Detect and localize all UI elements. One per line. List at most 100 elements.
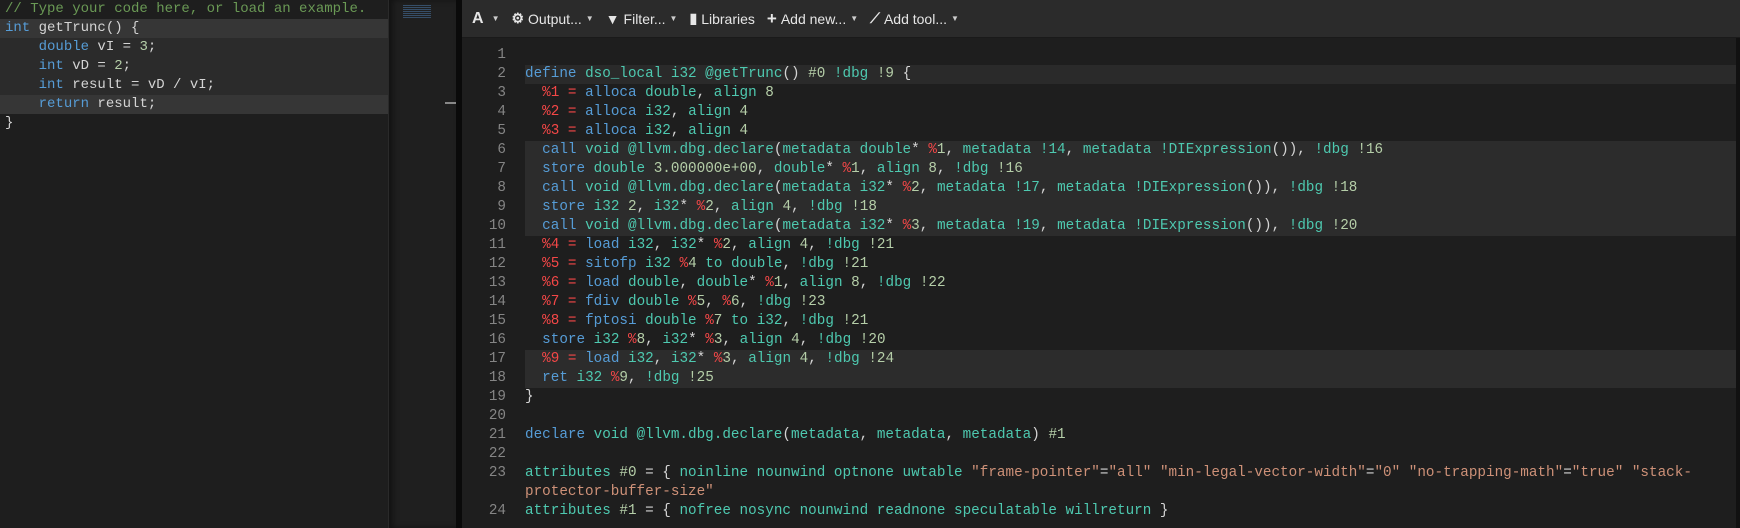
code-token: , — [919, 218, 937, 234]
output-line: 11 %4 = load i32, i32* %2, align 4, !dbg… — [462, 236, 1736, 255]
output-line: 13 %6 = load double, double* %1, align 8… — [462, 274, 1736, 293]
minimap-preview — [403, 5, 431, 19]
line-text: call void @llvm.dbg.declare(metadata i32… — [525, 217, 1736, 236]
code-token: * — [885, 180, 903, 196]
code-token: load — [576, 275, 620, 291]
code-token: () — [782, 66, 809, 82]
code-token: metadata !DIExpression — [1057, 218, 1246, 234]
output-button[interactable]: ⚙ Output... ▼ — [511, 10, 593, 27]
code-token: % — [902, 180, 912, 196]
code-token: fdiv — [576, 294, 620, 310]
output-line: 4 %2 = alloca i32, align 4 — [462, 103, 1736, 122]
line-number: 9 — [497, 199, 506, 215]
code-token: i32 — [670, 237, 697, 253]
output-pane: A ▼ ⚙ Output... ▼ ▼ Filter... ▼ ▮ Libraries + A… — [462, 0, 1740, 528]
code-token: ( — [782, 427, 791, 443]
output-line: 8 call void @llvm.dbg.declare(metadata i… — [462, 179, 1736, 198]
code-token: !dbg — [825, 237, 860, 253]
code-token: !21 — [833, 256, 869, 272]
code-token: %1 = — [525, 85, 577, 101]
output-code[interactable]: 1 2 define dso_local i32 @getTrunc() #0 !d… — [462, 38, 1736, 521]
line-text: call void @llvm.dbg.declare(metadata i32… — [525, 179, 1736, 198]
line-text: %6 = load double, double* %1, align 8, !… — [525, 274, 1736, 293]
source-line: int vD = 2; — [0, 57, 388, 76]
line-number: 5 — [497, 123, 506, 139]
code-token: 1 — [936, 142, 946, 158]
line-number: 3 — [497, 85, 506, 101]
code-token: = — [1563, 465, 1572, 481]
code-token: align — [748, 351, 792, 367]
line-number: 15 — [488, 313, 506, 329]
source-line: int result = vD / vI; — [0, 76, 388, 95]
line-number: 22 — [488, 446, 506, 462]
code-token: , — [756, 161, 774, 177]
line-text: ret i32 %9, !dbg !25 — [525, 369, 1736, 388]
code-token: , — [739, 294, 757, 310]
code-token: return — [38, 96, 90, 112]
code-token: align — [713, 85, 757, 101]
code-token: , — [645, 332, 663, 348]
code-token: , — [782, 313, 800, 329]
code-token: #1 — [610, 503, 637, 519]
line-text: %4 = load i32, i32* %2, align 4, !dbg !2… — [525, 236, 1736, 255]
line-text: %3 = alloca i32, align 4 — [525, 122, 1736, 141]
code-token: 4 — [782, 332, 800, 348]
code-token: , — [859, 275, 877, 291]
line-number: 20 — [488, 408, 506, 424]
output-line: 21 declare void @llvm.dbg.declare(metadat… — [462, 426, 1736, 445]
line-number: 18 — [488, 370, 506, 386]
code-token: , — [1039, 218, 1058, 234]
code-token: ; — [122, 58, 132, 74]
code-token: i32 — [662, 332, 689, 348]
add-tool-button[interactable]: ⟋ Add tool... ▼ — [870, 10, 959, 27]
line-number: 14 — [488, 294, 506, 310]
line-text: store double 3.000000e+00, double* %1, a… — [525, 160, 1736, 179]
vertical-scrollbar[interactable] — [1736, 38, 1740, 528]
source-editor[interactable]: // Type your code here, or load an examp… — [0, 0, 388, 528]
line-text: call void @llvm.dbg.declare(metadata dou… — [525, 141, 1736, 160]
caret-down-icon: ▼ — [951, 14, 959, 23]
code-token: ()), — [1245, 218, 1289, 234]
code-token: ()), — [1245, 180, 1289, 196]
caret-down-icon: ▼ — [585, 14, 594, 23]
code-token: !18 — [842, 199, 877, 215]
code-token: align — [876, 161, 920, 177]
code-token: !dbg — [756, 294, 792, 310]
line-text: %9 = load i32, i32* %3, align 4, !dbg !2… — [525, 350, 1736, 369]
line-number: 16 — [488, 332, 506, 348]
code-token: !21 — [859, 237, 895, 253]
code-token: !dbg — [1288, 218, 1324, 234]
minimap[interactable] — [388, 0, 456, 528]
code-token: * — [696, 237, 714, 253]
add-new-button[interactable]: + Add new... ▼ — [767, 9, 858, 29]
line-text: %2 = alloca i32, align 4 — [525, 103, 1736, 122]
code-token: attributes — [525, 465, 611, 481]
filter-button[interactable]: ▼ Filter... ▼ — [606, 11, 678, 27]
code-token: metadata — [876, 427, 946, 443]
code-token: 3 — [139, 39, 148, 55]
libraries-button[interactable]: ▮ Libraries — [689, 10, 754, 27]
code-token: !dbg — [1288, 180, 1324, 196]
code-token: % — [670, 256, 689, 272]
line-number: 11 — [488, 237, 506, 253]
code-token: 8 — [636, 332, 646, 348]
code-token: sitofp — [576, 256, 637, 272]
code-token: , — [731, 237, 749, 253]
line-number: 21 — [488, 427, 506, 443]
font-size-button[interactable]: A ▼ — [472, 10, 499, 28]
filter-icon: ▼ — [605, 10, 620, 27]
output-label: Output... — [528, 10, 582, 27]
code-token: nofree nosync nounwind readnone speculat… — [679, 503, 1152, 519]
code-token: double — [773, 161, 826, 177]
code-token: % — [902, 218, 912, 234]
code-token: call — [542, 142, 577, 158]
code-token: !dbg — [799, 313, 834, 329]
code-token: metadata !DIExpression — [1057, 180, 1246, 196]
line-number: 23 — [488, 465, 506, 481]
code-token: !16 — [988, 161, 1023, 177]
code-token: = { — [636, 503, 680, 519]
line-number: 10 — [488, 218, 506, 234]
line-number: 6 — [497, 142, 506, 158]
